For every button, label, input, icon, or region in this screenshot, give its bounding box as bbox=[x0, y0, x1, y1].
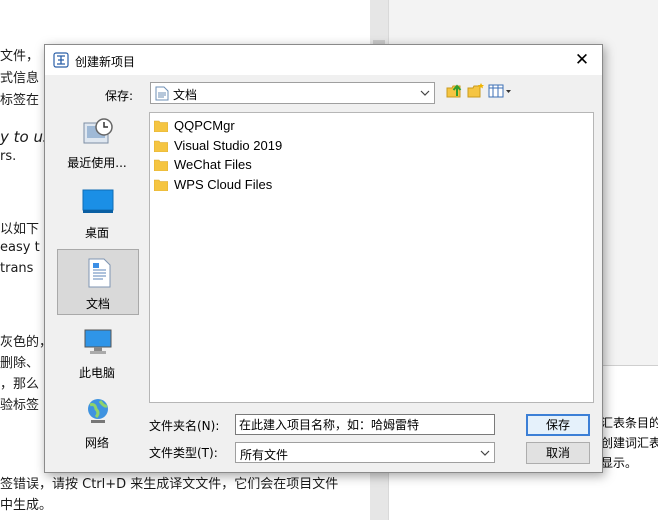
save-in-label: 保存: bbox=[105, 89, 134, 103]
background-text-line: ，那么 bbox=[0, 377, 40, 392]
close-icon: ✕ bbox=[574, 50, 590, 70]
background-text-line: trans bbox=[0, 261, 34, 276]
place-label: 桌面 bbox=[84, 226, 109, 240]
file-name: QQPCMgr bbox=[174, 118, 235, 133]
place-label: 最近使用... bbox=[67, 156, 127, 170]
background-text-line: 验标签 bbox=[0, 398, 40, 413]
background-text-line: 中生成。 bbox=[0, 498, 53, 513]
panel-text: 汇表条目的 bbox=[601, 416, 658, 430]
save-in-value: 文档 bbox=[173, 88, 198, 102]
save-button[interactable]: 保存 bbox=[526, 414, 590, 436]
background-text-line: 标签在 bbox=[0, 93, 40, 108]
background-text-line: 删除、 bbox=[0, 356, 40, 371]
chevron-down-icon bbox=[480, 450, 490, 456]
desktop-icon bbox=[82, 189, 114, 213]
folder-name-field[interactable] bbox=[235, 414, 495, 435]
place-documents[interactable]: 文档 bbox=[57, 249, 139, 315]
places-bar: 最近使用... 桌面 文档 此电脑 网络 bbox=[57, 109, 139, 459]
file-name: WeChat Files bbox=[174, 157, 252, 172]
file-name: Visual Studio 2019 bbox=[174, 137, 283, 153]
file-name: WPS Cloud Files bbox=[174, 176, 273, 192]
folder-icon bbox=[154, 159, 168, 171]
folder-icon bbox=[154, 120, 168, 132]
app-logo-icon bbox=[53, 52, 69, 68]
place-desktop[interactable]: 桌面 bbox=[57, 179, 139, 245]
background-text-line: 文件， bbox=[0, 49, 40, 64]
file-type-value: 所有文件 bbox=[240, 448, 289, 462]
background-text-line: 签错误，请按 Ctrl+D 来生成译文文件，它们会在项目文件 bbox=[0, 477, 339, 492]
computer-icon bbox=[84, 329, 112, 354]
documents-icon bbox=[88, 258, 111, 288]
panel-text: 显示。 bbox=[601, 456, 638, 470]
up-folder-icon[interactable] bbox=[446, 82, 464, 100]
file-list[interactable]: QQPCMgr Visual Studio 2019 WeChat Files WPS… bbox=[149, 112, 594, 403]
document-icon bbox=[155, 86, 169, 101]
close-button[interactable]: ✕ bbox=[562, 45, 602, 75]
folder-name-input[interactable] bbox=[236, 415, 494, 434]
chevron-down-icon bbox=[420, 90, 430, 96]
create-project-dialog: 创建新项目 ✕ 保存: 文档 最近使用... 桌面 文档 此电脑 网络 QQPC… bbox=[44, 44, 603, 473]
file-type-select[interactable]: 所有文件 bbox=[235, 442, 495, 463]
folder-name-label: 文件夹名(N): bbox=[149, 419, 220, 433]
place-label: 此电脑 bbox=[78, 366, 115, 380]
background-text-line: easy t bbox=[0, 240, 40, 255]
folder-icon bbox=[154, 140, 168, 152]
place-this-pc[interactable]: 此电脑 bbox=[57, 319, 139, 385]
folder-icon bbox=[154, 179, 168, 191]
place-recent[interactable]: 最近使用... bbox=[57, 109, 139, 175]
place-network[interactable]: 网络 bbox=[57, 389, 139, 455]
new-folder-icon[interactable] bbox=[467, 82, 485, 100]
background-text-line: 式信息 bbox=[0, 71, 40, 86]
view-menu-icon[interactable] bbox=[488, 82, 512, 100]
place-label: 网络 bbox=[84, 436, 109, 450]
place-label: 文档 bbox=[85, 297, 110, 311]
dialog-title: 创建新项目 bbox=[75, 55, 136, 69]
cancel-button[interactable]: 取消 bbox=[526, 442, 590, 464]
panel-text: 创建词汇表 bbox=[601, 436, 658, 450]
save-in-select[interactable]: 文档 bbox=[150, 82, 435, 104]
background-text-line: rs. bbox=[0, 149, 17, 164]
recent-icon bbox=[83, 118, 113, 144]
background-text-line: 以如下 bbox=[0, 222, 40, 237]
title-bar[interactable]: 创建新项目 ✕ bbox=[45, 45, 602, 75]
file-type-label: 文件类型(T): bbox=[149, 446, 218, 460]
network-icon bbox=[88, 399, 108, 423]
